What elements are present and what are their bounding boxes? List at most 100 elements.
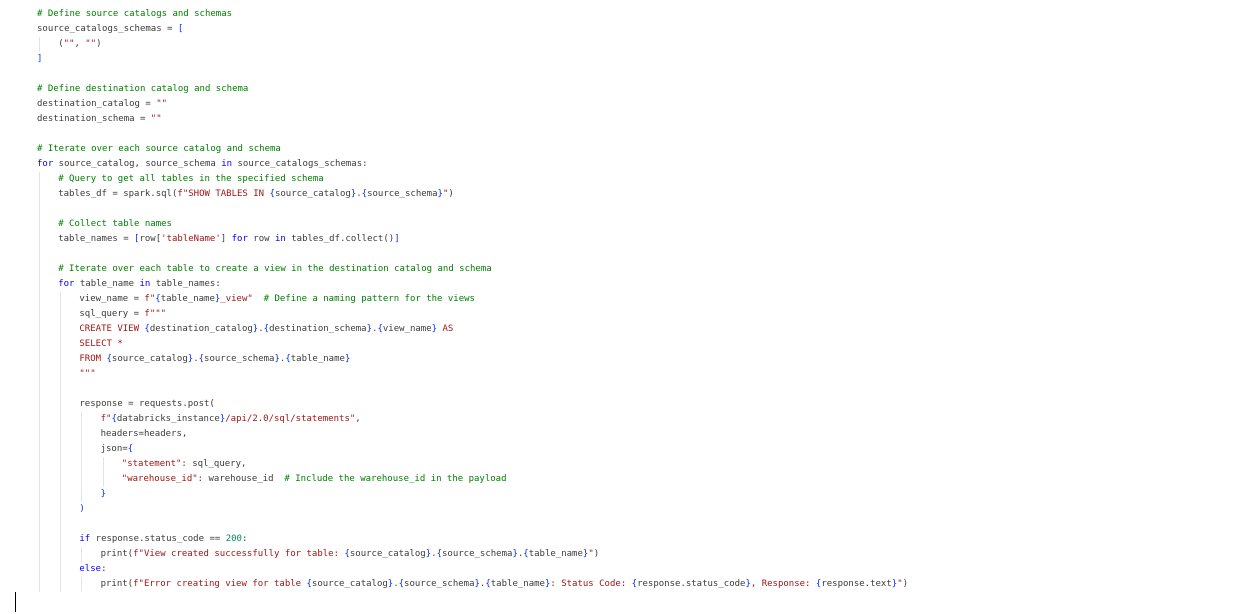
text-cursor [15, 592, 16, 612]
code-token: , [355, 414, 361, 424]
code-line[interactable]: # Define destination catalog and schema [37, 82, 908, 97]
code-token: table_name [290, 354, 345, 364]
code-line[interactable]: else: [37, 562, 908, 577]
code-token: view_name = [79, 294, 145, 304]
code-token: } [100, 489, 107, 499]
code-line[interactable]: print(f"View created successfully for ta… [37, 547, 908, 562]
code-line[interactable] [37, 247, 908, 262]
code-line[interactable]: SELECT * [37, 337, 908, 352]
code-line[interactable] [37, 127, 908, 142]
code-token: headers=headers, [100, 429, 188, 439]
code-token: for [37, 159, 54, 169]
code-token: f"Error creating view for table [133, 579, 307, 589]
code-line[interactable]: response = requests.post( [37, 397, 908, 412]
code-line[interactable]: table_names = [row['tableName'] for row … [37, 232, 908, 247]
code-line[interactable]: "statement": sql_query, [37, 457, 908, 472]
code-editor[interactable]: # Define source catalogs and schemas sour… [0, 0, 1234, 614]
code-token: if [79, 534, 91, 544]
code-token: table_names = [58, 234, 135, 244]
code-token: : [101, 564, 107, 574]
code-token: FROM [79, 354, 107, 364]
code-token: # Define source catalogs and schemas [37, 9, 233, 19]
code-line[interactable]: ("", "") [37, 37, 908, 52]
code-token: source_catalogs_schemas: [232, 159, 368, 169]
code-token: f" [100, 414, 112, 424]
code-token: response.text [821, 579, 892, 589]
code-token: f"View created successfully for table: [133, 549, 345, 559]
code-line[interactable]: print(f"Error creating view for table {s… [37, 577, 908, 592]
code-token: CREATE VIEW [79, 324, 145, 334]
code-line[interactable]: headers=headers, [37, 427, 908, 442]
code-token: else [79, 564, 102, 574]
code-line[interactable]: "warehouse_id": warehouse_id # Include t… [37, 472, 908, 487]
code-line[interactable]: # Iterate over each table to create a vi… [37, 262, 908, 277]
code-token: 200 [225, 534, 242, 544]
code-token: print( [100, 579, 134, 589]
code-line[interactable]: # Query to get all tables in the specifi… [37, 172, 908, 187]
code-token: source_schema [367, 189, 438, 199]
code-line[interactable]: json={ [37, 442, 908, 457]
code-line[interactable]: FROM {source_catalog}.{source_schema}.{t… [37, 352, 908, 367]
code-line[interactable]: ] [37, 52, 908, 67]
code-line[interactable]: f"{databricks_instance}/api/2.0/sql/stat… [37, 412, 908, 427]
code-line[interactable]: """ [37, 367, 908, 382]
code-token: for [231, 234, 248, 244]
code-line[interactable]: # Iterate over each source catalog and s… [37, 142, 908, 157]
code-token: table_names: [150, 279, 221, 289]
code-token: ] [37, 54, 43, 64]
code-token: source_catalog, source_schema [53, 159, 222, 169]
code-line[interactable]: ) [37, 502, 908, 517]
code-line[interactable]: for table_name in table_names: [37, 277, 908, 292]
code-token: source_schema [204, 354, 275, 364]
code-token: response.status_code [637, 579, 746, 589]
code-token: , Response: [750, 579, 816, 589]
code-line[interactable]: sql_query = f""" [37, 307, 908, 322]
code-token: source_schema [404, 579, 475, 589]
code-token: ] [220, 234, 232, 244]
code-token: source_catalog [349, 549, 426, 559]
code-token: for [58, 279, 75, 289]
code-token: destination_schema [269, 324, 367, 334]
code-token: print( [100, 549, 134, 559]
code-token: source_catalogs_schemas = [37, 24, 178, 34]
code-token: : sql_query, [181, 459, 247, 469]
code-line[interactable]: # Define source catalogs and schemas [37, 7, 908, 22]
code-line[interactable]: view_name = f"{table_name}_view" # Defin… [37, 292, 908, 307]
code-line[interactable] [37, 517, 908, 532]
code-line[interactable] [37, 67, 908, 82]
code-line[interactable]: if response.status_code == 200: [37, 532, 908, 547]
code-token: row[ [139, 234, 162, 244]
code-line[interactable]: destination_schema = "" [37, 112, 908, 127]
code-line[interactable] [37, 382, 908, 397]
code-token: [ [177, 24, 184, 34]
code-token: source_catalog [274, 189, 351, 199]
code-token: , [74, 39, 86, 49]
code-line[interactable]: destination_catalog = "" [37, 97, 908, 112]
code-token: ) [79, 504, 85, 514]
code-token: source_catalog [311, 579, 388, 589]
code-line[interactable]: source_catalogs_schemas = [ [37, 22, 908, 37]
code-token: /api/2.0/sql/statements" [225, 414, 356, 424]
code-token: ) [96, 39, 102, 49]
code-line[interactable] [37, 202, 908, 217]
code-token: f""" [144, 309, 167, 319]
code-line[interactable]: tables_df = spark.sql(f"SHOW TABLES IN {… [37, 187, 908, 202]
code-token: table_name [490, 579, 545, 589]
code-area[interactable]: # Define source catalogs and schemas sour… [37, 7, 908, 592]
code-line[interactable]: # Collect table names [37, 217, 908, 232]
code-token: # Iterate over each source catalog and s… [37, 144, 281, 154]
code-line[interactable]: CREATE VIEW {destination_catalog}.{desti… [37, 322, 908, 337]
code-token: table_name [528, 549, 583, 559]
code-token: ) [593, 549, 600, 559]
code-token: "" [85, 39, 97, 49]
code-token: in [139, 279, 151, 289]
code-token: """ [79, 369, 96, 379]
code-token: ) [448, 189, 454, 199]
code-token: in [274, 234, 286, 244]
code-line[interactable]: } [37, 487, 908, 502]
code-token: : [241, 534, 248, 544]
code-token: json= [100, 444, 128, 454]
code-line[interactable]: for source_catalog, source_schema in sou… [37, 157, 908, 172]
code-token: destination_catalog = [37, 99, 157, 109]
code-token: # Include the warehouse_id in the payloa… [284, 474, 507, 484]
